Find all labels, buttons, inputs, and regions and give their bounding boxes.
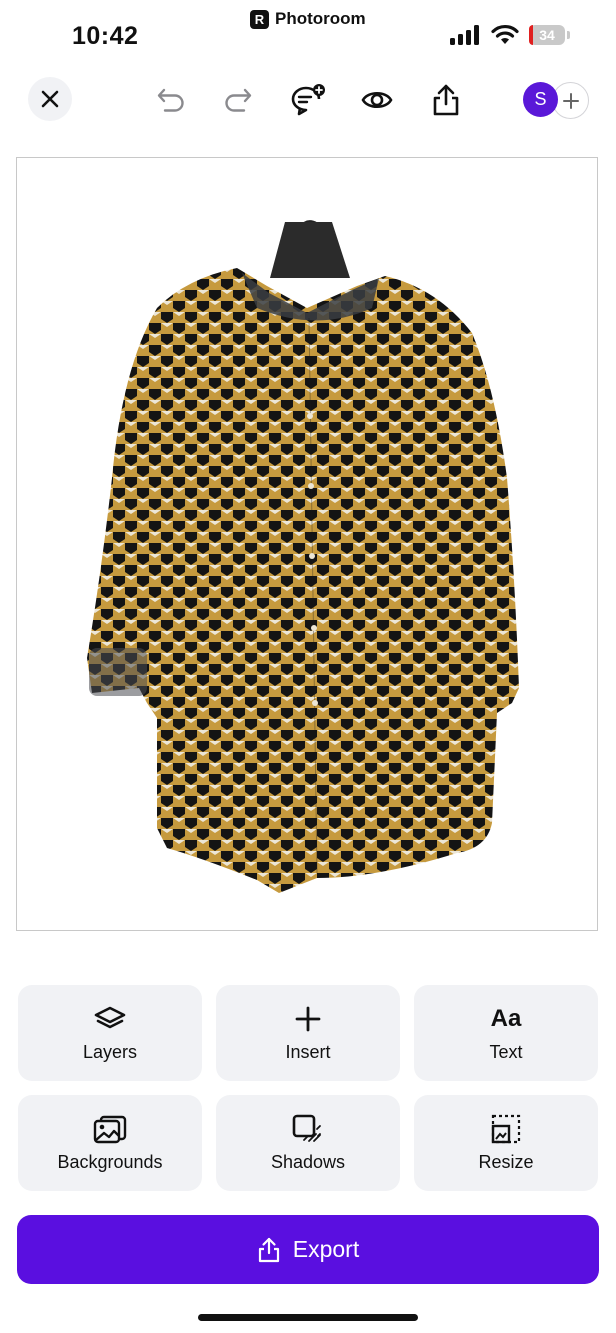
- resize-button[interactable]: Resize: [414, 1095, 598, 1191]
- export-icon: [258, 1237, 279, 1262]
- layers-button[interactable]: Layers: [18, 985, 202, 1081]
- battery-icon: 34: [529, 24, 565, 45]
- layers-label: Layers: [82, 1041, 138, 1062]
- text-button[interactable]: Aa Text: [414, 985, 598, 1081]
- shadows-icon: [292, 1114, 321, 1142]
- wifi-icon: [491, 24, 519, 44]
- close-button[interactable]: [28, 77, 72, 121]
- design-canvas[interactable]: [16, 157, 598, 931]
- resize-label: Resize: [478, 1151, 534, 1172]
- battery-tip: [567, 30, 570, 39]
- text-label: Text: [489, 1041, 523, 1062]
- close-icon: [41, 90, 59, 108]
- export-button[interactable]: Export: [17, 1215, 599, 1284]
- undo-button[interactable]: [151, 80, 191, 120]
- text-icon: Aa: [490, 1004, 522, 1032]
- home-indicator[interactable]: [198, 1314, 418, 1321]
- app-name: Photoroom: [275, 9, 366, 28]
- share-button[interactable]: [426, 80, 466, 120]
- resize-icon: [491, 1114, 521, 1143]
- export-label: Export: [292, 1236, 360, 1262]
- shadows-button[interactable]: Shadows: [216, 1095, 400, 1191]
- insert-button[interactable]: Insert: [216, 985, 400, 1081]
- redo-button[interactable]: [218, 80, 258, 120]
- user-avatar[interactable]: S: [523, 82, 558, 117]
- plus-icon: [295, 1006, 321, 1031]
- preview-button[interactable]: [357, 80, 397, 120]
- undo-icon: [157, 88, 184, 112]
- status-icons: 34: [449, 24, 570, 45]
- backgrounds-icon: [93, 1115, 127, 1143]
- backgrounds-label: Backgrounds: [57, 1151, 163, 1172]
- share-icon: [433, 84, 459, 116]
- app-indicator: R Photoroom: [250, 9, 366, 29]
- comment-button[interactable]: [288, 80, 328, 120]
- layers-icon: [94, 1006, 126, 1028]
- redo-icon: [225, 88, 252, 112]
- plus-icon: [562, 92, 579, 109]
- eye-icon: [361, 91, 393, 109]
- status-time: 10:42: [72, 22, 139, 50]
- insert-label: Insert: [285, 1041, 331, 1062]
- backgrounds-button[interactable]: Backgrounds: [18, 1095, 202, 1191]
- photoroom-logo-icon: R: [250, 9, 269, 29]
- cellular-signal-icon: [450, 24, 479, 45]
- shirt-image[interactable]: [17, 158, 598, 931]
- shirt-body: [87, 268, 519, 893]
- comment-add-icon: [291, 84, 325, 116]
- shadows-label: Shadows: [270, 1151, 346, 1172]
- battery-level: 34: [539, 26, 555, 43]
